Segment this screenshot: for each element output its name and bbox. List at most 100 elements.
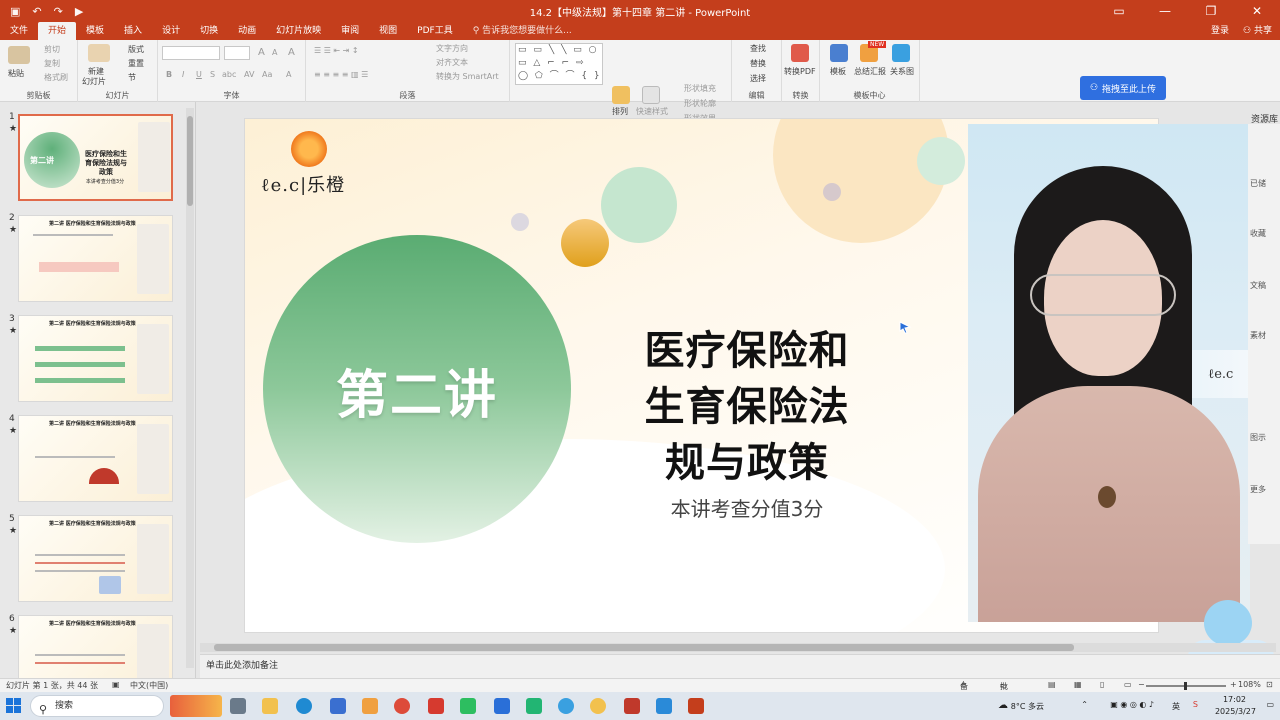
present-icon[interactable]: ▶	[75, 5, 83, 18]
tab-pdf-tools[interactable]: PDF工具	[407, 22, 463, 40]
zoom-level[interactable]: 108%	[1238, 680, 1261, 689]
clear-format-button[interactable]: A	[288, 47, 295, 58]
lecture-number[interactable]: 第二讲	[263, 353, 571, 428]
ime-indicator[interactable]: 英	[1172, 701, 1180, 712]
tray-app-icons[interactable]: ▣ ◉ ◎ ◐ ♪	[1110, 700, 1154, 709]
template-icon[interactable]	[830, 44, 848, 62]
notification-icon[interactable]: ▭	[1266, 700, 1274, 709]
normal-view-icon[interactable]: ▤	[1048, 680, 1056, 689]
windows-start-icon[interactable]	[6, 698, 22, 714]
tab-file[interactable]: 文件	[0, 22, 38, 40]
cut-button[interactable]: 剪切	[44, 44, 60, 55]
taskbar-search[interactable]: ⚲ 搜索	[30, 695, 164, 717]
relation-diagram-button[interactable]: 关系图	[890, 66, 914, 77]
convert-pdf-button[interactable]: 转换PDF	[784, 66, 816, 77]
layout-button[interactable]: 版式	[128, 44, 144, 55]
case-button[interactable]: Aa	[262, 70, 272, 79]
quick-styles-icon[interactable]	[642, 86, 660, 104]
record-app-icon[interactable]	[624, 698, 640, 714]
align-icons[interactable]: ≡ ≡ ≡ ≡ ▥ ☰	[314, 70, 368, 79]
paste-icon[interactable]	[8, 46, 30, 64]
upload-button[interactable]: ⚇ 拖拽至此上传	[1080, 76, 1166, 100]
powerpoint-icon[interactable]	[688, 698, 704, 714]
bold-button[interactable]: B	[166, 70, 172, 79]
clock-time[interactable]: 17:02	[1223, 695, 1246, 704]
fit-slide-icon[interactable]: ⊡	[1266, 680, 1273, 689]
select-button[interactable]: 选择	[750, 73, 766, 84]
tab-view[interactable]: 视图	[369, 22, 407, 40]
tab-animations[interactable]: 动画	[228, 22, 266, 40]
slide-thumbnail-3[interactable]: 第二讲 医疗保险和生育保险法规与政策	[18, 315, 173, 402]
side-item-diagrams[interactable]: 图示	[1250, 432, 1266, 443]
check-app-icon[interactable]	[526, 698, 542, 714]
shrink-font-button[interactable]: A	[272, 48, 277, 57]
thumbnail-scroll-thumb[interactable]	[187, 116, 193, 206]
side-item-more[interactable]: 更多	[1250, 484, 1266, 495]
language-indicator[interactable]: 中文(中国)	[130, 680, 168, 691]
login-link[interactable]: 登录	[1211, 22, 1229, 40]
tab-insert[interactable]: 插入	[114, 22, 152, 40]
arrange-button[interactable]: 排列	[612, 106, 628, 117]
ribbon-display-button[interactable]: ▭	[1096, 0, 1142, 22]
quick-styles-button[interactable]: 快速样式	[636, 106, 668, 117]
side-item-favorites[interactable]: 收藏	[1250, 228, 1266, 239]
slide-title[interactable]: 医疗保险和 生育保险法 规与政策	[617, 323, 877, 491]
edge-icon[interactable]	[296, 698, 312, 714]
wps-icon[interactable]	[428, 698, 444, 714]
replace-button[interactable]: 替换	[750, 58, 766, 69]
side-item-saved[interactable]: 已储	[1250, 178, 1266, 189]
undo-icon[interactable]: ↶	[32, 5, 41, 18]
shape-fill-button[interactable]: 形状填充	[684, 83, 716, 94]
strike-button[interactable]: S	[210, 70, 215, 79]
italic-button[interactable]: I	[182, 70, 184, 79]
close-button[interactable]: ✕	[1234, 0, 1280, 22]
shadow-button[interactable]: abc	[222, 70, 236, 79]
redo-icon[interactable]: ↷	[54, 5, 63, 18]
zoom-in-button[interactable]: +	[1230, 680, 1237, 689]
slide-subtitle[interactable]: 本讲考查分值3分	[617, 493, 877, 522]
share-button[interactable]: ⚇ 共享	[1243, 22, 1272, 40]
spacing-button[interactable]: AV	[244, 70, 254, 79]
tab-home[interactable]: 开始	[38, 22, 77, 40]
section-button[interactable]: 节	[128, 72, 136, 83]
bullets-icon[interactable]: ☰ ☰ ⇤ ⇥ ↕	[314, 46, 359, 55]
font-name-box[interactable]	[162, 46, 220, 60]
slideshow-view-icon[interactable]: ▭	[1124, 680, 1132, 689]
sorter-view-icon[interactable]: ▦	[1074, 680, 1082, 689]
clock-date[interactable]: 2025/3/27	[1215, 707, 1256, 716]
copy-button[interactable]: 复制	[44, 58, 60, 69]
underline-button[interactable]: U	[196, 70, 202, 79]
slide-thumbnail-4[interactable]: 第二讲 医疗保险和生育保险法规与政策	[18, 415, 173, 502]
file-explorer-icon[interactable]	[262, 698, 278, 714]
weather-text[interactable]: 8°C 多云	[1011, 701, 1044, 712]
find-button[interactable]: 查找	[750, 43, 766, 54]
reset-button[interactable]: 重置	[128, 58, 144, 69]
smartart-button[interactable]: 转换为 SmartArt	[436, 71, 499, 82]
side-item-documents[interactable]: 文稿	[1250, 280, 1266, 291]
restore-button[interactable]: ❐	[1188, 0, 1234, 22]
tab-review[interactable]: 审阅	[331, 22, 369, 40]
grow-font-button[interactable]: A	[258, 47, 265, 58]
feishu-icon[interactable]	[494, 698, 510, 714]
pdf-icon[interactable]	[791, 44, 809, 62]
reading-view-icon[interactable]: ▯	[1100, 680, 1104, 689]
sogou-icon[interactable]: S	[1193, 700, 1198, 709]
task-view-icon[interactable]	[230, 698, 246, 714]
summary-report-button[interactable]: 总结汇报	[854, 66, 886, 77]
circle-app-icon[interactable]	[590, 698, 606, 714]
slide-thumbnail-5[interactable]: 第二讲 医疗保险和生育保险法规与政策	[18, 515, 173, 602]
zoom-slider-handle[interactable]	[1184, 682, 1187, 690]
thumbnail-scrollbar[interactable]	[186, 108, 194, 668]
format-painter-button[interactable]: 格式刷	[44, 72, 68, 83]
editor-horizontal-scrollbar[interactable]	[200, 643, 1276, 652]
taskbar-news-icon[interactable]	[170, 695, 222, 717]
new-slide-icon[interactable]	[88, 44, 110, 62]
store-icon[interactable]	[330, 698, 346, 714]
baidu-netdisk-icon[interactable]	[656, 698, 672, 714]
spellcheck-icon[interactable]: ▣	[112, 680, 120, 689]
wechat-icon[interactable]	[460, 698, 476, 714]
tab-template[interactable]: 模板	[76, 22, 114, 40]
text-direction-button[interactable]: 文字方向	[436, 43, 468, 54]
notes-pane[interactable]: 单击此处添加备注	[200, 654, 1280, 678]
relation-icon[interactable]	[892, 44, 910, 62]
